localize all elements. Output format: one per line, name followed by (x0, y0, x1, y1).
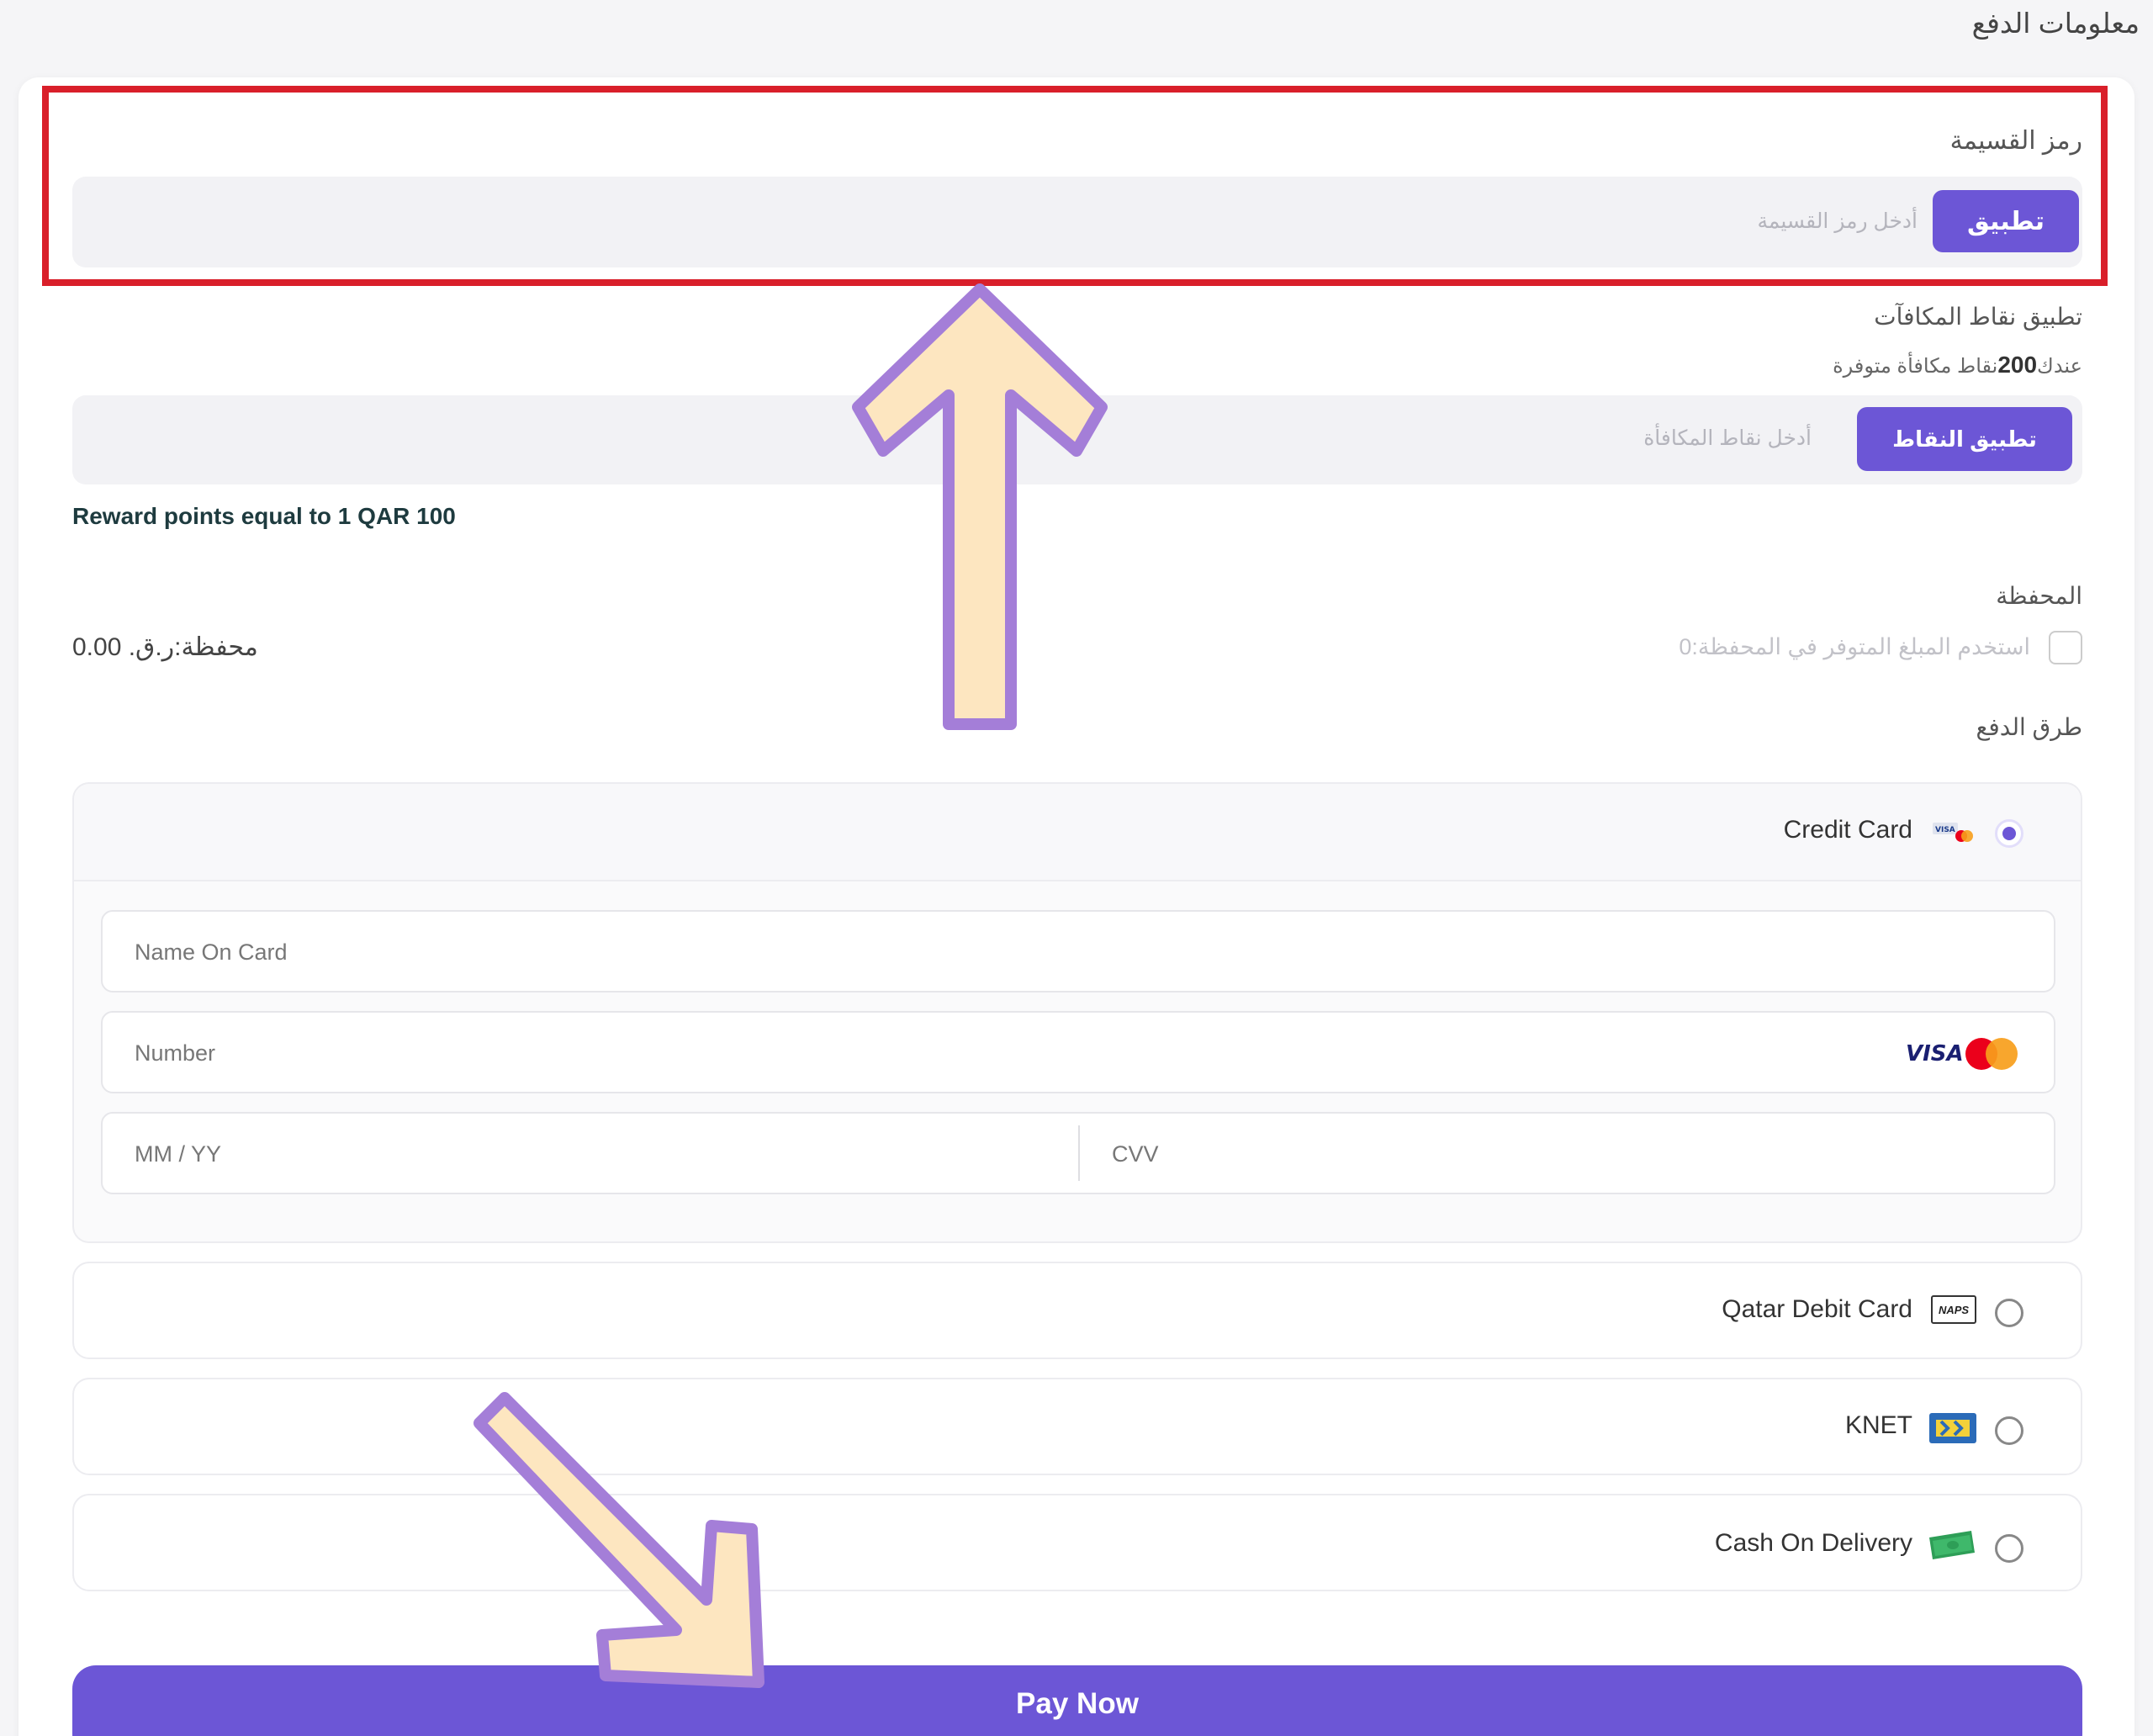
annotation-arrow-down-right (473, 1392, 764, 1688)
rewards-available: عندك200نقاط مكافأة متوفرة (1833, 352, 2082, 378)
payment-page: معلومات الدفع رمز القسيمة تطبيق أدخل رمز… (0, 0, 2153, 1736)
wallet-label: المحفظة (1996, 583, 2082, 609)
name-on-card-field[interactable]: Name On Card (101, 910, 2055, 992)
visa-text: VISA (1906, 1041, 1964, 1066)
credit-card-header[interactable] (74, 784, 2081, 881)
expiry-input[interactable]: MM / YY (135, 1141, 221, 1167)
knet-radio[interactable] (1995, 1416, 2023, 1445)
qatar-debit-method[interactable]: NAPS Qatar Debit Card (72, 1262, 2082, 1359)
name-on-card-placeholder: Name On Card (135, 939, 288, 965)
rewards-apply-button[interactable]: تطبيق النقاط (1857, 407, 2072, 471)
annotation-highlight-box (42, 86, 2108, 286)
knet-method[interactable]: KNET (72, 1378, 2082, 1475)
qatar-debit-radio[interactable] (1995, 1299, 2023, 1327)
cash-on-delivery-radio[interactable] (1995, 1534, 2023, 1563)
cash-on-delivery-method[interactable]: Cash On Delivery (72, 1494, 2082, 1591)
reward-points-note: Reward points equal to 1 QAR 100 (72, 503, 456, 529)
visa-mastercard-icon: VISA (1906, 1033, 2023, 1073)
expiry-cvv-row: MM / YY CVV (101, 1112, 2055, 1194)
credit-card-brands-icon: VISA (1933, 821, 1973, 843)
svg-text:VISA: VISA (1935, 826, 1955, 834)
knet-label: KNET (1844, 1411, 1912, 1439)
cash-icon (1928, 1527, 1976, 1561)
cvv-input[interactable]: CVV (1112, 1141, 1159, 1167)
rewards-available-prefix: عندك (2037, 355, 2082, 378)
credit-card-radio[interactable] (1995, 819, 2023, 848)
rewards-available-suffix: نقاط مكافأة متوفرة (1833, 355, 1998, 378)
qatar-debit-label: Qatar Debit Card (1722, 1295, 1912, 1323)
cash-on-delivery-label: Cash On Delivery (1714, 1529, 1912, 1557)
naps-icon: NAPS (1931, 1295, 1976, 1324)
field-divider (1078, 1125, 1080, 1181)
wallet-balance: محفظة:ر.ق. 0.00 (72, 633, 258, 661)
annotation-arrow-up (852, 283, 1108, 730)
wallet-checkbox[interactable] (2049, 631, 2082, 664)
card-number-field[interactable]: Number VISA (101, 1011, 2055, 1093)
rewards-label: تطبيق نقاط المكافآت (1874, 304, 2082, 330)
credit-card-label: Credit Card (1783, 816, 1912, 844)
card-number-placeholder: Number (135, 1040, 216, 1066)
credit-card-method: VISA Credit Card Name On Card Number VIS… (72, 782, 2082, 1243)
pay-now-button[interactable]: Pay Now (72, 1665, 2082, 1736)
payment-methods-label: طرق الدفع (1976, 714, 2082, 740)
page-title: معلومات الدفع (1971, 8, 2140, 39)
rewards-input[interactable]: أدخل نقاط المكافأة (1643, 426, 1812, 451)
wallet-checkbox-text: استخدم المبلغ المتوفر في المحفظة:0 (1679, 634, 2030, 659)
rewards-available-points: 200 (1997, 352, 2038, 378)
knet-icon (1929, 1413, 1976, 1443)
